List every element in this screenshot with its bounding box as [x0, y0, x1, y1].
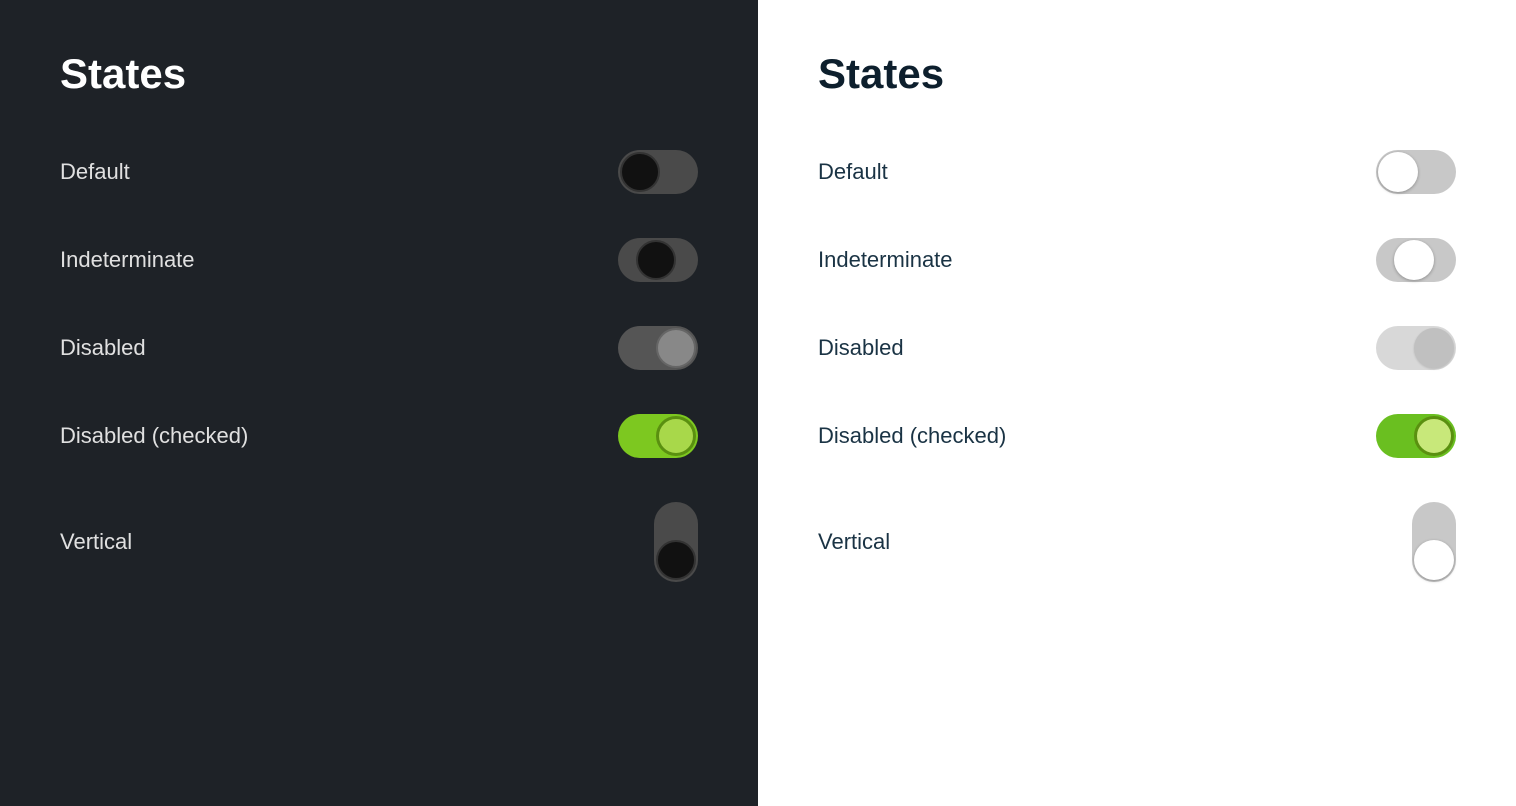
light-vertical-toggle[interactable] — [1412, 502, 1456, 582]
dark-indeterminate-row: Indeterminate — [60, 216, 698, 304]
light-indeterminate-toggle[interactable] — [1376, 238, 1456, 282]
dark-disabled-checked-toggle-container — [578, 414, 698, 458]
dark-default-toggle[interactable] — [618, 150, 698, 194]
light-default-row: Default — [818, 128, 1456, 216]
light-disabled-toggle — [1376, 326, 1456, 370]
dark-panel-title: States — [60, 50, 698, 98]
light-default-label: Default — [818, 159, 888, 185]
dark-disabled-checked-row: Disabled (checked) — [60, 392, 698, 480]
light-indeterminate-thumb — [1394, 240, 1434, 280]
dark-disabled-checked-label: Disabled (checked) — [60, 423, 248, 449]
light-vertical-thumb — [1414, 540, 1454, 580]
light-panel: States Default Indeterminate Disabled — [758, 0, 1516, 806]
light-disabled-thumb — [1414, 328, 1454, 368]
dark-panel: States Default Indeterminate Disabled — [0, 0, 758, 806]
dark-disabled-label: Disabled — [60, 335, 146, 361]
dark-indeterminate-toggle-container — [578, 238, 698, 282]
light-disabled-row: Disabled — [818, 304, 1456, 392]
light-indeterminate-label: Indeterminate — [818, 247, 953, 273]
dark-disabled-thumb — [656, 328, 696, 368]
light-default-toggle[interactable] — [1376, 150, 1456, 194]
dark-vertical-thumb — [656, 540, 696, 580]
light-indeterminate-toggle-container — [1336, 238, 1456, 282]
dark-default-toggle-container — [578, 150, 698, 194]
light-panel-title: States — [818, 50, 1456, 98]
light-disabled-toggle-container — [1336, 326, 1456, 370]
dark-disabled-toggle — [618, 326, 698, 370]
dark-disabled-checked-thumb — [656, 416, 696, 456]
dark-default-label: Default — [60, 159, 130, 185]
light-vertical-row: Vertical — [818, 480, 1456, 604]
dark-vertical-toggle-container — [578, 502, 698, 582]
dark-indeterminate-label: Indeterminate — [60, 247, 195, 273]
dark-vertical-toggle[interactable] — [654, 502, 698, 582]
light-disabled-label: Disabled — [818, 335, 904, 361]
dark-default-row: Default — [60, 128, 698, 216]
light-disabled-checked-row: Disabled (checked) — [818, 392, 1456, 480]
light-default-thumb — [1378, 152, 1418, 192]
dark-indeterminate-thumb — [636, 240, 676, 280]
light-indeterminate-row: Indeterminate — [818, 216, 1456, 304]
dark-indeterminate-toggle[interactable] — [618, 238, 698, 282]
light-disabled-checked-toggle-container — [1336, 414, 1456, 458]
dark-vertical-label: Vertical — [60, 529, 132, 555]
light-disabled-checked-toggle — [1376, 414, 1456, 458]
dark-vertical-row: Vertical — [60, 480, 698, 604]
light-default-toggle-container — [1336, 150, 1456, 194]
light-disabled-checked-thumb — [1414, 416, 1454, 456]
dark-default-thumb — [620, 152, 660, 192]
dark-disabled-checked-toggle — [618, 414, 698, 458]
dark-disabled-toggle-container — [578, 326, 698, 370]
dark-disabled-row: Disabled — [60, 304, 698, 392]
light-disabled-checked-label: Disabled (checked) — [818, 423, 1006, 449]
light-vertical-toggle-container — [1336, 502, 1456, 582]
light-vertical-label: Vertical — [818, 529, 890, 555]
